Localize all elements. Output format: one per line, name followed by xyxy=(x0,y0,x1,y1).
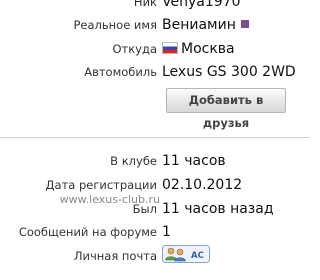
section-divider xyxy=(0,137,310,138)
registered-value: 02.10.2012 xyxy=(162,177,243,193)
russia-flag-icon xyxy=(162,42,178,54)
in-club-label: В клубе xyxy=(110,154,157,168)
pm-field: AC xyxy=(162,245,210,270)
in-club-row: В клубе 11 часов xyxy=(0,150,310,172)
in-club-value: 11 часов xyxy=(162,153,226,169)
pm-button-graphic: AC xyxy=(162,245,210,263)
pm-button[interactable]: AC xyxy=(162,245,210,270)
nick-row: Ник Venya1970 xyxy=(0,0,310,13)
from-row: Откуда Москва xyxy=(0,38,310,60)
add-friend-button[interactable]: Добавить в друзья xyxy=(166,88,286,130)
from-value: Москва xyxy=(181,41,235,57)
pm-label: Личная почта xyxy=(73,249,157,263)
from-label: Откуда xyxy=(112,42,157,56)
status-square-icon xyxy=(240,20,249,28)
real-name-value: Вениамин xyxy=(162,17,236,33)
car-label: Автомобиль xyxy=(84,65,157,79)
watermark: www.lexus-club.ru xyxy=(59,193,160,206)
real-name-row: Реальное имя Вениамин xyxy=(0,14,310,36)
pm-button-label: AC xyxy=(191,251,204,261)
from-field: Москва xyxy=(162,38,235,60)
real-name-field: Вениамин xyxy=(162,14,249,36)
car-value: Lexus GS 300 2WD xyxy=(162,64,296,80)
last-seen-row: Был 11 часов назад www.lexus-club.ru xyxy=(0,193,310,220)
car-row: Автомобиль Lexus GS 300 2WD xyxy=(0,61,310,83)
nick-label: Ник xyxy=(133,0,157,9)
pm-row: Личная почта AC xyxy=(0,245,310,267)
forum-posts-value: 1 xyxy=(162,224,171,240)
last-seen-value: 11 часов назад xyxy=(162,201,274,217)
real-name-label: Реальное имя xyxy=(73,18,157,32)
nick-value: Venya1970 xyxy=(162,0,241,10)
forum-posts-label: Сообщений на форуме xyxy=(18,225,157,239)
forum-posts-row: Сообщений на форуме 1 xyxy=(0,221,310,243)
